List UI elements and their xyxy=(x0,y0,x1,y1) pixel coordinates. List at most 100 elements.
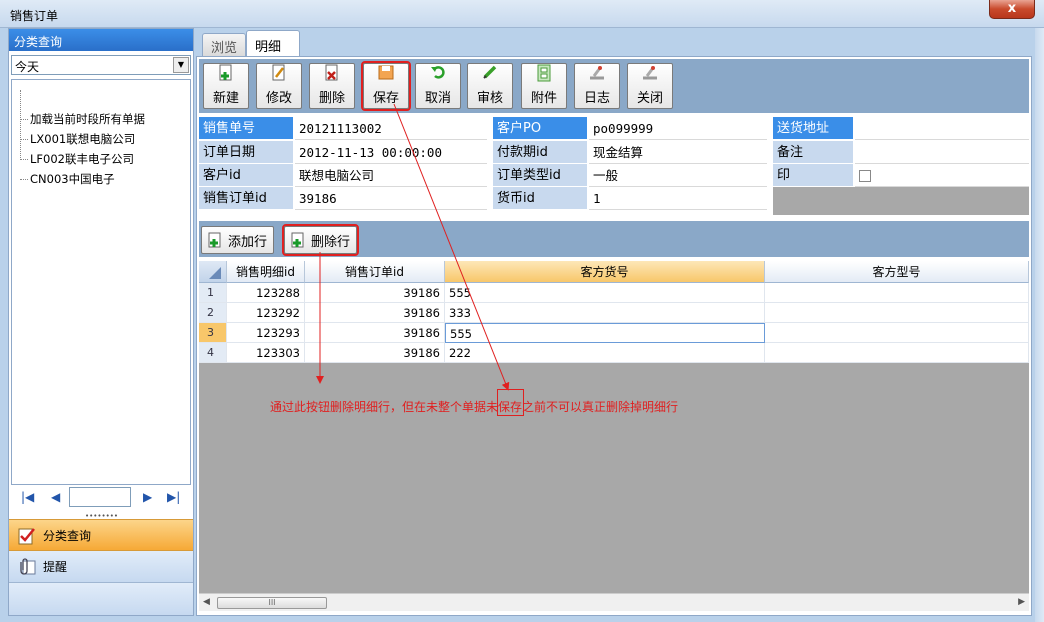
next-page-icon[interactable]: ▶ xyxy=(143,490,152,504)
table-row[interactable]: 3 123293 39186 555 xyxy=(199,323,1029,343)
nav-reminder[interactable]: 提醒 xyxy=(9,551,193,583)
new-doc-icon xyxy=(204,64,248,84)
field-customer-po[interactable]: po099999 xyxy=(589,117,767,140)
field-order-no[interactable]: 20121113002 xyxy=(295,117,487,140)
table-row[interactable]: 1 123288 39186 555 xyxy=(199,283,1029,303)
col-header-order-id[interactable]: 销售订单id xyxy=(305,261,445,283)
field-currency[interactable]: 1 xyxy=(589,187,767,210)
field-ship-address[interactable] xyxy=(855,117,1029,140)
close-doc-button-label: 关闭 xyxy=(636,91,663,106)
cell-order-id[interactable]: 39186 xyxy=(305,303,445,323)
approve-button[interactable]: 审核 xyxy=(467,63,513,109)
field-label-ship-address: 送货地址 xyxy=(773,117,853,140)
cell-detail-id[interactable]: 123292 xyxy=(227,303,305,323)
tree-item-cn003[interactable]: CN003中国电子 xyxy=(18,170,115,188)
edit-button[interactable]: 修改 xyxy=(256,63,302,109)
grid-header: 销售明细id 销售订单id 客方货号 客方型号 xyxy=(199,261,1029,283)
field-order-date[interactable]: 2012-11-13 00:00:00 xyxy=(295,141,487,164)
cell-detail-id[interactable]: 123293 xyxy=(227,323,305,343)
row-number[interactable]: 1 xyxy=(199,283,227,303)
row-toolbar: 添加行 删除行 xyxy=(199,221,1029,257)
cell-part-no[interactable]: 555 xyxy=(445,283,765,303)
table-row[interactable]: 2 123292 39186 333 xyxy=(199,303,1029,323)
delete-row-icon xyxy=(291,232,304,248)
save-button-label: 保存 xyxy=(372,91,399,106)
nav-empty-slot xyxy=(9,583,193,615)
attachment-button[interactable]: 附件 xyxy=(521,63,567,109)
delete-row-button[interactable]: 删除行 xyxy=(281,224,360,256)
last-page-icon[interactable]: ▶| xyxy=(167,490,180,504)
field-label-customer-po: 客户PO xyxy=(493,117,587,140)
col-header-model[interactable]: 客方型号 xyxy=(765,261,1029,283)
cell-order-id[interactable]: 39186 xyxy=(305,343,445,363)
cell-detail-id[interactable]: 123303 xyxy=(227,343,305,363)
col-header-detail-id[interactable]: 销售明细id xyxy=(227,261,305,283)
field-remark[interactable] xyxy=(855,141,1029,164)
cell-detail-id[interactable]: 123288 xyxy=(227,283,305,303)
record-pager: |◀ ◀ ▶ ▶| xyxy=(9,487,193,509)
window-title: 销售订单 xyxy=(10,9,59,23)
field-customer-id[interactable]: 联想电脑公司 xyxy=(295,164,487,187)
row-number[interactable]: 4 xyxy=(199,343,227,363)
print-checkbox[interactable] xyxy=(859,169,871,182)
scroll-thumb[interactable]: III xyxy=(217,597,327,609)
row-number[interactable]: 3 xyxy=(199,323,227,343)
field-label-remark: 备注 xyxy=(773,141,853,164)
cell-part-no-editing[interactable]: 555 xyxy=(445,323,765,343)
page-input[interactable] xyxy=(69,487,131,507)
cancel-button-label: 取消 xyxy=(424,91,451,106)
table-row[interactable]: 4 123303 39186 222 xyxy=(199,343,1029,363)
col-header-part-no[interactable]: 客方货号 xyxy=(445,261,765,283)
attachment-icon xyxy=(522,64,566,84)
prev-page-icon[interactable]: ◀ xyxy=(51,490,60,504)
date-filter-value: 今天 xyxy=(15,60,40,74)
delete-button[interactable]: 删除 xyxy=(309,63,355,109)
grid-corner[interactable] xyxy=(199,261,227,283)
save-icon xyxy=(364,64,408,84)
tree-item-lx001[interactable]: LX001联想电脑公司 xyxy=(18,130,135,148)
close-doc-button[interactable]: 关闭 xyxy=(627,63,673,109)
cell-model[interactable] xyxy=(765,303,1029,323)
row-number[interactable]: 2 xyxy=(199,303,227,323)
tab-detail[interactable]: 明细 xyxy=(246,30,300,56)
tree-item-lf002[interactable]: LF002联丰电子公司 xyxy=(18,150,134,168)
tree-item-all[interactable]: 加载当前时段所有单据 xyxy=(18,110,145,128)
delete-row-label: 删除行 xyxy=(311,235,351,250)
scroll-right-icon[interactable]: ▶ xyxy=(1018,597,1025,607)
checklist-icon xyxy=(18,528,35,545)
tab-browse[interactable]: 浏览 xyxy=(202,33,246,56)
window-close-button[interactable]: x xyxy=(989,0,1035,19)
cell-order-id[interactable]: 39186 xyxy=(305,283,445,303)
add-row-button[interactable]: 添加行 xyxy=(201,226,275,254)
field-label-payment-term: 付款期id xyxy=(493,141,587,164)
field-label-order-no: 销售单号 xyxy=(199,117,293,140)
detail-grid: 销售明细id 销售订单id 客方货号 客方型号 1 123288 39186 5… xyxy=(199,261,1029,363)
edit-icon xyxy=(257,64,301,84)
select-all-icon xyxy=(209,267,221,279)
date-filter-select[interactable]: 今天 ▼ xyxy=(11,55,191,75)
cell-part-no[interactable]: 222 xyxy=(445,343,765,363)
new-button-label: 新建 xyxy=(212,91,239,106)
new-button[interactable]: 新建 xyxy=(203,63,249,109)
field-payment-term[interactable]: 现金结算 xyxy=(589,141,767,164)
close-doc-icon xyxy=(628,64,672,84)
log-button[interactable]: 日志 xyxy=(574,63,620,109)
cell-part-no[interactable]: 333 xyxy=(445,303,765,323)
cell-model[interactable] xyxy=(765,283,1029,303)
cell-model[interactable] xyxy=(765,343,1029,363)
first-page-icon[interactable]: |◀ xyxy=(21,490,34,504)
cell-order-id[interactable]: 39186 xyxy=(305,323,445,343)
cell-model[interactable] xyxy=(765,323,1029,343)
chevron-down-icon[interactable]: ▼ xyxy=(173,57,189,73)
field-label-currency: 货币id xyxy=(493,187,587,210)
horizontal-scrollbar[interactable]: ◀ III ▶ xyxy=(199,593,1029,611)
nav-category-query[interactable]: 分类查询 xyxy=(9,519,193,551)
cancel-button[interactable]: 取消 xyxy=(415,63,461,109)
save-button[interactable]: 保存 xyxy=(361,61,411,111)
pencil-icon xyxy=(468,64,512,84)
field-sales-order-id[interactable]: 39186 xyxy=(295,187,487,210)
scroll-left-icon[interactable]: ◀ xyxy=(203,597,210,607)
add-row-icon xyxy=(208,232,221,248)
field-order-type[interactable]: 一般 xyxy=(589,164,767,187)
annotation-text: 通过此按钮删除明细行，但在未整个单据未保存之前不可以真正删除掉明细行 xyxy=(270,400,679,414)
